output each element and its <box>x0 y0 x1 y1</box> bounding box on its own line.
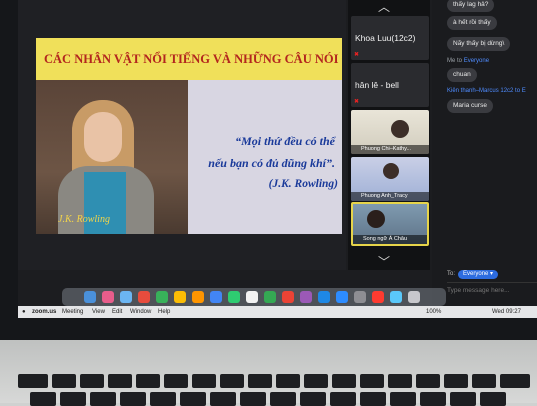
chevron-up-icon[interactable]: ︿ <box>378 1 390 13</box>
app-icon[interactable] <box>138 291 150 303</box>
mic-muted-icon: ✖ <box>354 99 360 105</box>
browser-icon[interactable] <box>120 291 132 303</box>
app-icon[interactable] <box>390 291 402 303</box>
chat-panel: thấy lag hả? à hết rồi thấy Nãy thấy bị … <box>432 0 537 310</box>
slide-title: CÁC NHÂN VẬT NỔI TIẾNG VÀ NHỮNG CÂU NÓI … <box>36 38 342 80</box>
menu-view[interactable]: View <box>92 306 105 318</box>
photo-caption: J.K. Rowling <box>58 214 110 225</box>
app-icon[interactable] <box>246 291 258 303</box>
chat-meta: Me to Everyone <box>447 58 490 64</box>
participant-tile[interactable]: Khoa Luu(12c2) ✖ <box>351 16 429 60</box>
chat-meta: Kiên thanh–Marcus 12c2 to E <box>447 88 526 94</box>
app-icon[interactable] <box>264 291 276 303</box>
menu-meeting[interactable]: Meeting <box>62 306 83 318</box>
app-icon[interactable] <box>372 291 384 303</box>
app-icon[interactable] <box>300 291 312 303</box>
chat-message: thấy lag hả? <box>447 0 495 12</box>
presentation-slide: CÁC NHÂN VẬT NỔI TIẾNG VÀ NHỮNG CÂU NÓI … <box>36 38 342 234</box>
participant-video-tile[interactable]: Phuong Chi–Kathy... <box>351 110 429 154</box>
chat-message: chuan <box>447 68 477 82</box>
app-icon[interactable] <box>192 291 204 303</box>
laptop-keyboard <box>0 340 537 406</box>
active-speaker-tile[interactable]: Song ngữ Á Châu <box>351 202 429 246</box>
chevron-down-icon[interactable]: ﹀ <box>378 256 390 268</box>
screen-share-area: CÁC NHÂN VẬT NỔI TIẾNG VÀ NHỮNG CÂU NÓI … <box>18 0 346 270</box>
menu-app-name[interactable]: zoom.us <box>32 306 56 318</box>
apple-icon[interactable]: ● <box>22 306 26 318</box>
participant-video-tile[interactable]: Phuong Anh_Tracy <box>351 157 429 201</box>
participants-panel[interactable]: ︿ Khoa Luu(12c2) ✖ hân lê - bell ✖ Phuon… <box>348 0 430 270</box>
chat-message: Nãy thấy bị dừng\ <box>447 37 511 51</box>
menubar-clock: Wed 09:27 <box>492 309 521 315</box>
chat-message: Maria curse <box>447 99 493 113</box>
trash-icon[interactable] <box>408 291 420 303</box>
quote-text: “Mọi thứ đều có thể nếu bạn có đủ dũng k… <box>191 130 341 174</box>
app-icon[interactable] <box>228 291 240 303</box>
app-icon[interactable] <box>102 291 114 303</box>
chat-recipient-row: To: Everyone ▾ <box>447 270 499 279</box>
app-icon[interactable] <box>210 291 222 303</box>
laptop-screen: CÁC NHÂN VẬT NỔI TIẾNG VÀ NHỮNG CÂU NÓI … <box>18 0 537 310</box>
quote-line-1: “Mọi thứ đều có thể <box>235 134 335 148</box>
app-icon[interactable] <box>282 291 294 303</box>
recipient-dropdown[interactable]: Everyone ▾ <box>458 270 499 279</box>
app-icon[interactable] <box>156 291 168 303</box>
menu-window[interactable]: Window <box>130 306 151 318</box>
dock <box>62 288 446 306</box>
app-icon[interactable] <box>354 291 366 303</box>
chat-message: à hết rồi thấy <box>447 16 497 30</box>
menu-help[interactable]: Help <box>158 306 170 318</box>
finder-icon[interactable] <box>84 291 96 303</box>
app-icon[interactable] <box>174 291 186 303</box>
quote-line-2: nếu bạn có đủ dũng khí”. <box>208 156 335 170</box>
menu-edit[interactable]: Edit <box>112 306 122 318</box>
mac-menubar: ● zoom.us Meeting View Edit Window Help … <box>18 306 537 318</box>
participant-tile[interactable]: hân lê - bell ✖ <box>351 63 429 107</box>
chat-input[interactable] <box>447 282 537 297</box>
battery-percent: 100% <box>426 309 442 315</box>
app-icon[interactable] <box>318 291 330 303</box>
zoom-icon[interactable] <box>336 291 348 303</box>
quote-author: (J.K. Rowling) <box>268 178 338 190</box>
mic-muted-icon: ✖ <box>354 52 360 58</box>
portrait-photo: J.K. Rowling <box>36 80 188 234</box>
